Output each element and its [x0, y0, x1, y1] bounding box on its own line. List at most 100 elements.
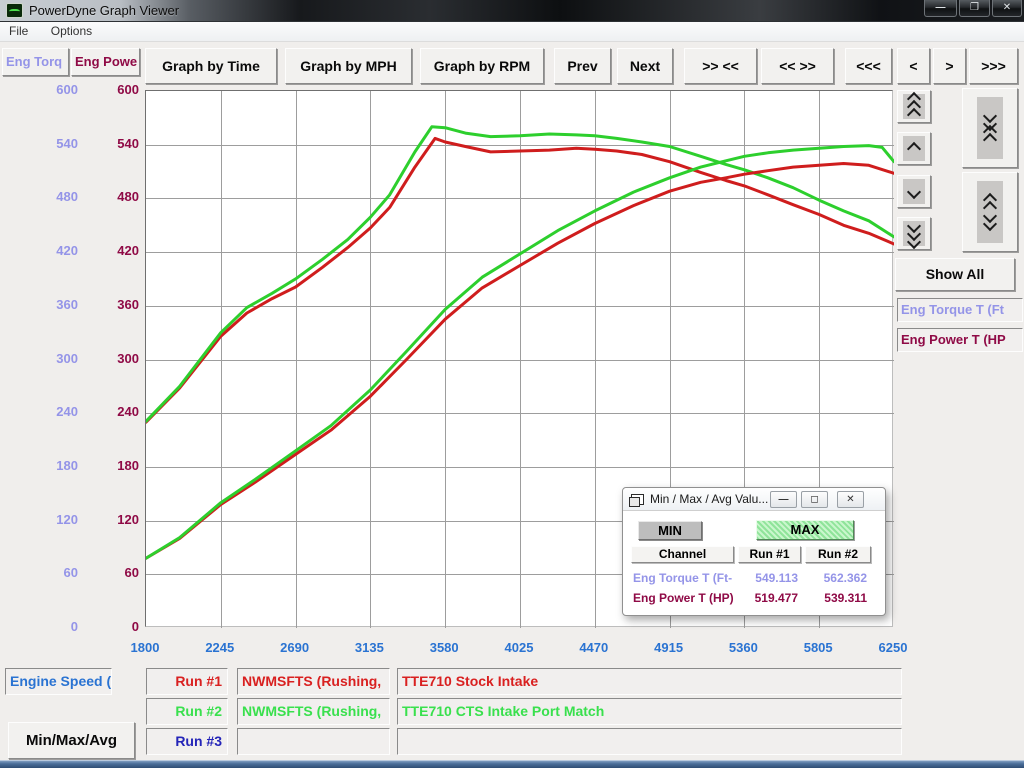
range-expand-icon: [977, 181, 1003, 243]
y-tick-power: 600: [91, 82, 139, 98]
minmax-cell: 549.113: [738, 570, 798, 586]
minmax-close-button[interactable]: ✕: [837, 491, 864, 508]
x-tick-label: 1800: [113, 640, 177, 656]
window-title: PowerDyne Graph Viewer: [29, 3, 179, 18]
max-toggle-button[interactable]: MAX: [756, 520, 854, 540]
x-tick-label: 5360: [711, 640, 775, 656]
app-icon: [6, 3, 23, 18]
run-label-2[interactable]: Run #2: [146, 698, 228, 725]
scroll-up-icon: [903, 136, 925, 161]
x-axis-channel-label[interactable]: Engine Speed (RI: [5, 668, 112, 695]
y-tick-torque: 420: [30, 243, 78, 259]
scroll-down-icon: [903, 179, 925, 204]
run-label-3[interactable]: Run #3: [146, 728, 228, 755]
minmax-cell: 562.362: [805, 570, 867, 586]
minmax-window[interactable]: Min / Max / Avg Valu... — ◻ ✕ MIN MAX Ch…: [622, 487, 886, 616]
maximize-button[interactable]: ❐: [959, 0, 990, 17]
y-tick-torque: 0: [30, 619, 78, 635]
menu-bar: File Options: [0, 22, 1024, 42]
run-label-1[interactable]: Run #1: [146, 668, 228, 695]
toolbar-button-prev[interactable]: Prev: [554, 48, 611, 84]
channel-label-power[interactable]: Eng Power T (HP: [897, 328, 1023, 352]
min-toggle-button[interactable]: MIN: [638, 521, 702, 540]
scroll-down-fast-button[interactable]: [897, 217, 931, 250]
minimize-button[interactable]: —: [924, 0, 957, 17]
y-tick-torque: 600: [30, 82, 78, 98]
toolbar-button-graph-by-mph[interactable]: Graph by MPH: [285, 48, 412, 84]
y-axis-button-torque[interactable]: Eng Torq: [2, 48, 69, 76]
run-1-description-field[interactable]: TTE710 Stock Intake: [397, 668, 902, 695]
y-tick-torque: 480: [30, 189, 78, 205]
column-header-run1[interactable]: Run #1: [738, 546, 801, 563]
run-1-source-field[interactable]: NWMSFTS (Rushing,: [237, 668, 390, 695]
minmax-maximize-button[interactable]: ◻: [801, 491, 828, 508]
x-tick-label: 2690: [263, 640, 327, 656]
range-contract-icon: [977, 97, 1003, 159]
scroll-down-button[interactable]: [897, 175, 931, 208]
x-tick-label: 3580: [412, 640, 476, 656]
run-2-source-field[interactable]: NWMSFTS (Rushing,: [237, 698, 390, 725]
run-2-description-field[interactable]: TTE710 CTS Intake Port Match: [397, 698, 902, 725]
y-tick-torque: 120: [30, 512, 78, 528]
y-tick-torque: 300: [30, 351, 78, 367]
scroll-up-button[interactable]: [897, 132, 931, 165]
y-tick-torque: 360: [30, 297, 78, 313]
column-header-channel[interactable]: Channel: [631, 546, 734, 563]
x-tick-label: 5805: [786, 640, 850, 656]
run-3-description-field[interactable]: [397, 728, 902, 755]
toolbar-button-next[interactable]: Next: [617, 48, 673, 84]
x-tick-label: 4470: [562, 640, 626, 656]
range-contract-button[interactable]: [962, 88, 1018, 168]
toolbar-button-[interactable]: >>>: [969, 48, 1018, 84]
minmax-cell: Eng Torque T (Ft-: [633, 570, 738, 586]
minmax-minimize-button[interactable]: —: [770, 491, 797, 508]
y-tick-power: 0: [91, 619, 139, 635]
y-tick-power: 420: [91, 243, 139, 259]
y-tick-power: 120: [91, 512, 139, 528]
scroll-up-fast-button[interactable]: [897, 90, 931, 123]
y-tick-torque: 240: [30, 404, 78, 420]
scroll-down-fast-icon: [903, 221, 925, 246]
range-expand-button[interactable]: [962, 172, 1018, 252]
x-tick-label: 6250: [861, 640, 925, 656]
run-3-source-field[interactable]: [237, 728, 390, 755]
toolbar-button-graph-by-rpm[interactable]: Graph by RPM: [420, 48, 544, 84]
minmax-cell: Eng Power T (HP): [633, 590, 738, 606]
toolbar-button-[interactable]: <: [897, 48, 930, 84]
toolbar-button-[interactable]: >: [933, 48, 966, 84]
y-axis-button-power[interactable]: Eng Powe: [71, 48, 140, 76]
x-tick-label: 4915: [637, 640, 701, 656]
y-tick-power: 480: [91, 189, 139, 205]
toolbar-button-graph-by-time[interactable]: Graph by Time: [145, 48, 277, 84]
minmax-avg-button[interactable]: Min/Max/Avg: [8, 722, 135, 759]
channel-label-torque[interactable]: Eng Torque T (Ft: [897, 298, 1023, 322]
close-button[interactable]: ✕: [992, 0, 1022, 17]
window-bottom-border: [0, 760, 1024, 768]
minmax-window-icon: [631, 494, 644, 505]
minmax-cell: 519.477: [738, 590, 798, 606]
minmax-title-bar[interactable]: Min / Max / Avg Valu... — ◻ ✕: [623, 488, 885, 511]
column-header-run2[interactable]: Run #2: [805, 546, 871, 563]
menu-file[interactable]: File: [0, 22, 37, 40]
y-tick-power: 300: [91, 351, 139, 367]
minmax-window-title: Min / Max / Avg Valu...: [650, 492, 768, 506]
y-tick-power: 540: [91, 136, 139, 152]
title-bar[interactable]: PowerDyne Graph Viewer — ❐ ✕: [0, 0, 1024, 22]
y-tick-power: 240: [91, 404, 139, 420]
toolbar-button-[interactable]: <<<: [845, 48, 892, 84]
x-tick-label: 2245: [188, 640, 252, 656]
y-tick-torque: 180: [30, 458, 78, 474]
y-tick-torque: 540: [30, 136, 78, 152]
menu-options[interactable]: Options: [42, 22, 101, 40]
toolbar-button-[interactable]: >> <<: [684, 48, 757, 84]
minmax-cell: 539.311: [805, 590, 867, 606]
show-all-button[interactable]: Show All: [895, 258, 1015, 291]
y-tick-power: 360: [91, 297, 139, 313]
chevron-up-icon: [907, 141, 921, 155]
y-tick-torque: 60: [30, 565, 78, 581]
y-tick-power: 60: [91, 565, 139, 581]
x-tick-label: 4025: [487, 640, 551, 656]
toolbar-button-[interactable]: << >>: [761, 48, 834, 84]
x-tick-label: 3135: [337, 640, 401, 656]
chevron-down-icon: [907, 184, 921, 198]
